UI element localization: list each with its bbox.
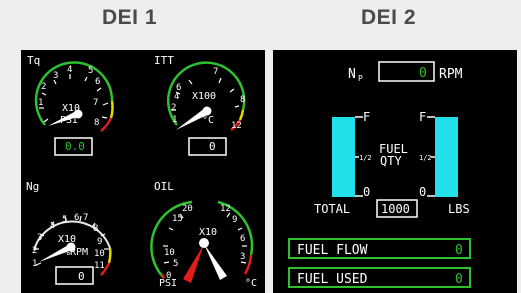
fuel-used-indicator: FUEL USED 0 (288, 267, 471, 288)
ng-readout: 0 (78, 270, 85, 283)
fuel-used-value: 0 (455, 272, 463, 287)
ng-tick: 6 (74, 213, 79, 223)
itt-readout: 0 (209, 140, 216, 153)
dei2-panel: N P 0 RPM F 1/2 0 F 1/2 0 FUEL QTY TOTAL… (273, 50, 517, 293)
itt-tick: 6 (176, 83, 181, 93)
fuel-qty-label-line2: QTY (380, 154, 402, 168)
ng-tick: 10 (94, 249, 105, 259)
torque-tick: 8 (94, 118, 99, 128)
oil-gauge: OIL 0 5 10 15 20 3 6 9 12 X10 PSI °C (150, 180, 257, 289)
left-fuel-tank-bar (332, 117, 355, 197)
fuel-full-mark-right: F (419, 110, 426, 124)
ng-tick: 9 (97, 237, 102, 247)
fuel-qty-indicator: F 1/2 0 F 1/2 0 FUEL QTY TOTAL 1000 LBS (314, 110, 470, 218)
fuel-half-mark-right: 1/2 (419, 154, 432, 162)
torque-tick: 1 (38, 98, 43, 108)
oil-psi-needle (183, 244, 204, 283)
dei1-panel: Tq 1 2 3 4 5 6 7 8 X10 PSI 0.0 ITT 1 2 4… (21, 50, 265, 293)
fuel-total-label: TOTAL (314, 202, 350, 216)
np-label: N (348, 67, 356, 82)
ng-tick: 4 (50, 221, 55, 231)
oil-psi-tick: 15 (172, 214, 183, 224)
ng-tick: 5 (62, 215, 67, 225)
itt-tick: 4 (174, 92, 179, 102)
itt-multiplier: X100 (192, 91, 216, 102)
oil-psi-tick: 20 (182, 204, 193, 214)
itt-tick: 1 (172, 115, 177, 125)
dei2-header: DEI 2 (361, 6, 417, 29)
torque-tick: 5 (88, 66, 93, 76)
ng-tick: 2 (32, 246, 37, 256)
torque-tick: 3 (53, 71, 58, 81)
torque-tick: 2 (41, 82, 46, 92)
itt-tick: 8 (240, 95, 245, 105)
torque-tick: 6 (95, 77, 100, 87)
itt-tick: 12 (231, 121, 242, 131)
right-fuel-tank-bar (435, 117, 458, 197)
ng-tick: 11 (94, 261, 105, 271)
np-readout: 0 (419, 66, 427, 81)
oil-temp-needle (204, 244, 227, 280)
oil-temp-tick: 12 (220, 204, 231, 214)
torque-label: Tq (27, 54, 40, 67)
fuel-empty-mark-left: 0 (363, 185, 370, 199)
itt-label: ITT (154, 54, 174, 67)
ng-readout-box (55, 266, 94, 285)
itt-gauge: ITT 1 2 4 6 7 8 12 X100 °C 0 (154, 54, 245, 156)
fuel-flow-indicator: FUEL FLOW 0 (288, 238, 471, 259)
itt-tick: 7 (213, 67, 218, 77)
torque-readout: 0.0 (65, 140, 85, 153)
oil-label: OIL (154, 180, 174, 193)
oil-temp-tick: 6 (240, 234, 245, 244)
oil-multiplier: X10 (199, 227, 217, 238)
fuel-full-mark-left: F (363, 110, 370, 124)
ng-tick: 1 (32, 259, 37, 269)
fuel-total-value: 1000 (381, 202, 410, 216)
fuel-used-label: FUEL USED (297, 272, 368, 287)
fuel-flow-value: 0 (455, 243, 463, 258)
ng-tick: 7 (83, 213, 88, 223)
itt-readout-box (188, 137, 227, 156)
oil-psi-tick: 5 (173, 259, 178, 269)
fuel-empty-mark-right: 0 (419, 185, 426, 199)
oil-temp-label: °C (245, 278, 257, 289)
oil-temp-tick: 9 (232, 215, 237, 225)
ng-tick: 3 (37, 233, 42, 243)
ng-gauge: Ng 1 2 3 4 5 6 7 8 9 10 11 X10 %RPM 0 (26, 180, 112, 285)
itt-tick: 2 (171, 103, 176, 113)
np-label-subscript: P (358, 74, 363, 83)
np-indicator: N P 0 RPM (348, 61, 463, 83)
dei1-header: DEI 1 (102, 6, 158, 29)
itt-unit: °C (202, 115, 214, 126)
ng-label: Ng (26, 180, 39, 193)
torque-tick: 7 (93, 98, 98, 108)
oil-psi-tick: 10 (164, 248, 175, 258)
fuel-qty-unit: LBS (448, 202, 470, 216)
fuel-flow-label: FUEL FLOW (297, 243, 368, 258)
torque-gauge: Tq 1 2 3 4 5 6 7 8 X10 PSI 0.0 (27, 54, 114, 156)
fuel-half-mark-left: 1/2 (359, 154, 372, 162)
np-unit: RPM (439, 67, 463, 82)
torque-tick: 4 (67, 65, 72, 75)
oil-psi-label: PSI (159, 278, 177, 289)
ng-tick: 8 (93, 224, 98, 234)
oil-temp-tick: 3 (240, 252, 245, 262)
